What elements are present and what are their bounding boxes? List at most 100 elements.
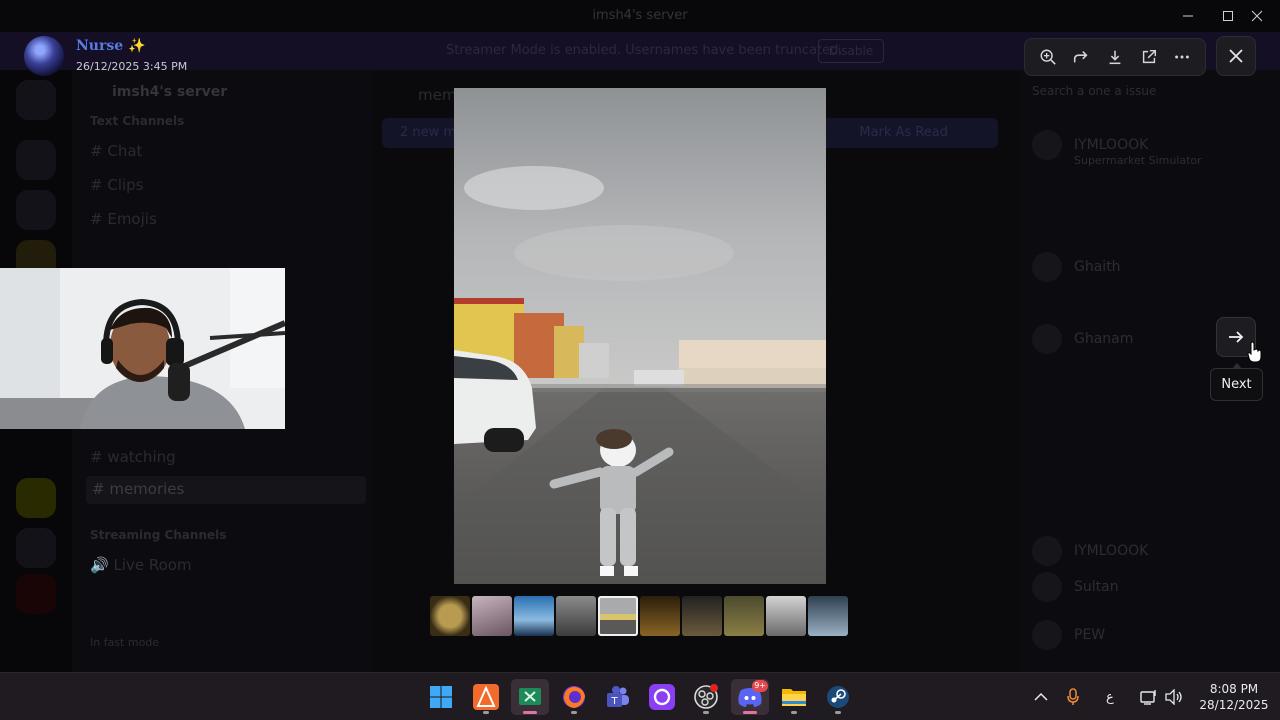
avatar: [1032, 536, 1062, 566]
server-icon[interactable]: [16, 140, 56, 180]
media-toolbar: [1024, 38, 1206, 76]
external-link-icon: [1142, 49, 1156, 64]
thumbnail[interactable]: [724, 596, 764, 636]
taskbar-app-discord[interactable]: 9+: [731, 679, 769, 715]
close-icon: [1229, 49, 1243, 63]
download-button[interactable]: [1101, 43, 1129, 71]
more-icon: [1175, 55, 1190, 59]
channel-watching-label: watching: [107, 448, 176, 466]
teams-icon: T: [607, 686, 629, 707]
channel-watching[interactable]: # watching: [90, 448, 176, 466]
thumbnail[interactable]: [682, 596, 722, 636]
thumbnail[interactable]: [472, 596, 512, 636]
zoom-in-icon: [1040, 49, 1056, 65]
taskbar-app-purple[interactable]: [643, 679, 681, 715]
channel-clips[interactable]: # Clips: [90, 176, 144, 194]
zoom-button[interactable]: [1034, 43, 1062, 71]
thumbnail[interactable]: [640, 596, 680, 636]
taskbar-app-explorer[interactable]: [775, 679, 813, 715]
uploader-name[interactable]: Nurse ✨: [76, 38, 145, 54]
clock[interactable]: 8:08 PM 28/12/2025: [1196, 681, 1272, 713]
server-icon[interactable]: [16, 528, 56, 568]
thumbnail[interactable]: [808, 596, 848, 636]
avatar: [1032, 252, 1062, 282]
server-icon[interactable]: [16, 190, 56, 230]
disable-button[interactable]: Disable: [818, 39, 884, 63]
network-tray-button[interactable]: [1140, 673, 1158, 720]
clock-date: 28/12/2025: [1199, 698, 1269, 712]
channel-live-room[interactable]: 🔊 Live Room: [90, 556, 192, 574]
microphone-tray-button[interactable]: [1066, 673, 1080, 720]
uploader-avatar[interactable]: [24, 36, 64, 76]
member-name: Ghaith: [1074, 259, 1121, 275]
xbox-app-icon: [519, 688, 541, 705]
window-title: imsh4's server: [592, 8, 688, 23]
running-indicator: [743, 711, 757, 714]
windows-icon: [430, 686, 452, 708]
category-streaming-channels[interactable]: Streaming Channels: [90, 528, 226, 542]
channel-memories[interactable]: # memories: [86, 476, 366, 504]
show-hidden-icons-button[interactable]: [1034, 673, 1048, 720]
close-viewer-button[interactable]: [1216, 36, 1256, 76]
server-icon[interactable]: [16, 478, 56, 518]
channel-live-room-label: Live Room: [113, 556, 192, 574]
download-icon: [1109, 50, 1121, 65]
member-name: IYMLOOOK: [1074, 543, 1149, 559]
title-bar: imsh4's server: [0, 0, 1280, 32]
member-activity: Supermarket Simulator: [1074, 154, 1202, 167]
channel-chat[interactable]: # Chat: [90, 142, 142, 160]
upload-date: 26/12/2025 3:45 PM: [76, 60, 188, 73]
server-icon[interactable]: [16, 80, 56, 120]
category-text-channels[interactable]: Text Channels: [90, 114, 184, 128]
volume-tray-button[interactable]: [1165, 673, 1183, 720]
microphone-icon: [1067, 688, 1079, 705]
taskbar-app-affinity[interactable]: [467, 679, 505, 715]
avatar: [1032, 620, 1062, 650]
search-input[interactable]: Search a one a issue: [1032, 84, 1156, 98]
channel-emojis-label: Emojis: [107, 210, 157, 228]
server-icon[interactable]: [16, 574, 56, 614]
taskbar-app-xbox[interactable]: [511, 679, 549, 715]
speaker-icon: [1165, 689, 1182, 705]
mark-as-read-button[interactable]: Mark As Read: [859, 125, 948, 140]
svg-text:T: T: [610, 696, 618, 707]
close-icon: [1251, 10, 1263, 22]
running-indicator: [483, 711, 489, 714]
server-name[interactable]: imsh4's server: [112, 84, 227, 100]
obs-icon: [694, 684, 718, 709]
start-button[interactable]: [422, 679, 460, 715]
member-name: Sultan: [1074, 579, 1119, 595]
window-close-button[interactable]: [1234, 0, 1280, 32]
taskbar-app-steam[interactable]: [819, 679, 857, 715]
thumbnail-selected[interactable]: [598, 596, 638, 636]
member-item[interactable]: PEW: [1032, 620, 1105, 650]
next-tooltip: Next: [1210, 363, 1263, 401]
media-image[interactable]: [454, 88, 826, 584]
member-item[interactable]: Ghaith: [1032, 252, 1121, 282]
app-root: imsh4's server Streamer Mode is enabled.…: [0, 0, 1280, 720]
thumbnail[interactable]: [514, 596, 554, 636]
thumbnail[interactable]: [430, 596, 470, 636]
member-name: PEW: [1074, 627, 1106, 643]
member-item[interactable]: Sultan: [1032, 572, 1119, 602]
running-indicator: [791, 711, 797, 714]
taskbar-app-firefox[interactable]: [555, 679, 593, 715]
input-language[interactable]: ع: [1106, 673, 1114, 720]
forward-button[interactable]: [1067, 43, 1095, 71]
thumbnail[interactable]: [766, 596, 806, 636]
thumbnail[interactable]: [556, 596, 596, 636]
more-button[interactable]: [1168, 43, 1196, 71]
member-item[interactable]: IYMLOOOK: [1032, 536, 1148, 566]
user-status: In fast mode: [90, 636, 160, 649]
avatar: [1032, 130, 1062, 160]
taskbar-app-teams[interactable]: T: [599, 679, 637, 715]
taskbar-app-obs[interactable]: [687, 679, 725, 715]
webcam-image: [0, 268, 285, 429]
minimize-icon: [1183, 15, 1193, 17]
open-external-button[interactable]: [1135, 43, 1163, 71]
channel-memories-label: memories: [109, 480, 185, 498]
channel-emojis[interactable]: # Emojis: [90, 210, 157, 228]
member-item[interactable]: Ghanam: [1032, 324, 1133, 354]
channel-clips-label: Clips: [107, 176, 144, 194]
maximize-icon: [1223, 11, 1233, 21]
